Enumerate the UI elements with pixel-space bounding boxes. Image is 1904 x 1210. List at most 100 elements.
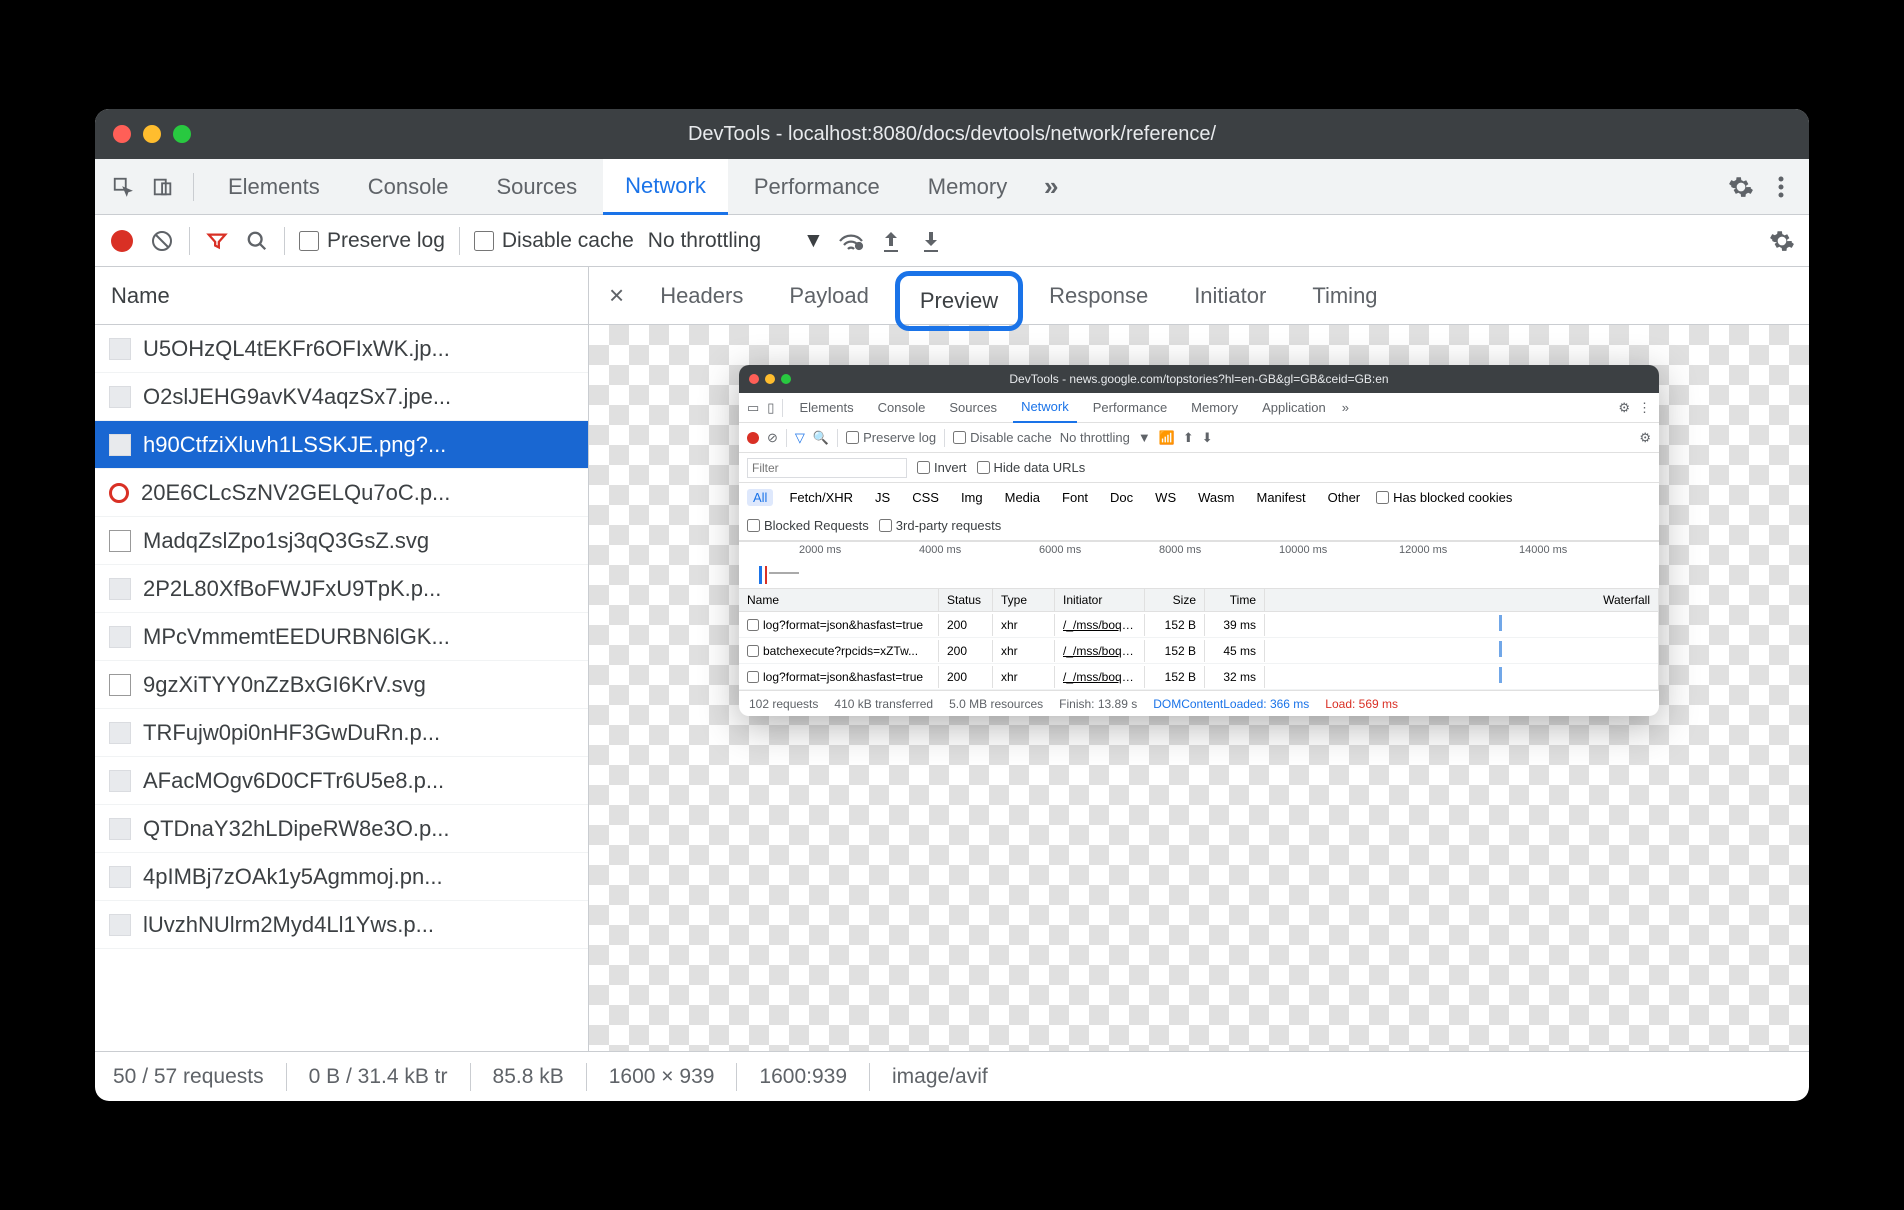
request-name: h90CtfziXluvh1LSSKJE.png?... [143, 432, 446, 458]
inner-gear-icon: ⚙ [1618, 400, 1630, 416]
status-ratio: 1600:939 [759, 1065, 847, 1089]
clear-icon[interactable] [149, 228, 175, 254]
file-icon [109, 530, 131, 552]
request-name: AFacMOgv6D0CFTr6U5e8.p... [143, 768, 444, 794]
file-icon [109, 674, 131, 696]
request-row[interactable]: h90CtfziXluvh1LSSKJE.png?... [95, 421, 588, 469]
file-icon [109, 434, 131, 456]
record-icon[interactable] [109, 228, 135, 254]
file-icon [109, 866, 131, 888]
request-row[interactable]: AFacMOgv6D0CFTr6U5e8.p... [95, 757, 588, 805]
file-icon [109, 626, 131, 648]
preview-image: DevTools - news.google.com/topstories?hl… [739, 365, 1659, 716]
inner-filter-icon: ▽ [795, 430, 805, 446]
request-name: 20E6CLcSzNV2GELQu7oC.p... [141, 480, 450, 506]
request-name: TRFujw0pi0nHF3GwDuRn.p... [143, 720, 440, 746]
divider [193, 173, 194, 201]
inner-clear-icon: ⊘ [767, 430, 778, 446]
detail-tab-initiator[interactable]: Initiator [1174, 268, 1286, 324]
request-row[interactable]: O2slJEHG9avKV4aqzSx7.jpe... [95, 373, 588, 421]
network-conditions-icon[interactable] [838, 228, 864, 254]
close-detail-icon[interactable]: × [599, 280, 634, 311]
detail-tab-headers[interactable]: Headers [640, 268, 763, 324]
request-name: QTDnaY32hLDipeRW8e3O.p... [143, 816, 450, 842]
preserve-log-checkbox[interactable]: Preserve log [299, 229, 445, 253]
detail-tab-preview[interactable]: Preview [895, 271, 1023, 331]
inner-record-icon [747, 432, 759, 444]
file-icon [109, 483, 129, 503]
tab-performance[interactable]: Performance [732, 159, 902, 215]
status-transferred: 0 B / 31.4 kB tr [309, 1065, 448, 1089]
inner-inspect-icon: ▭ [747, 400, 759, 416]
request-row[interactable]: 2P2L80XfBoFWJFxU9TpK.p... [95, 565, 588, 613]
request-name: O2slJEHG9avKV4aqzSx7.jpe... [143, 384, 451, 410]
file-icon [109, 578, 131, 600]
close-window-icon[interactable] [113, 125, 131, 143]
request-name: lUvzhNUlrm2Myd4Ll1Yws.p... [143, 912, 434, 938]
throttling-select[interactable]: No throttling ▼ [648, 229, 824, 253]
request-row[interactable]: 9gzXiTYY0nZzBxGI6KrV.svg [95, 661, 588, 709]
detail-tab-response[interactable]: Response [1029, 268, 1168, 324]
detail-tab-timing[interactable]: Timing [1292, 268, 1397, 324]
file-icon [109, 914, 131, 936]
network-settings-gear-icon[interactable] [1769, 228, 1795, 254]
request-row[interactable]: lUvzhNUlrm2Myd4Ll1Yws.p... [95, 901, 588, 949]
request-row[interactable]: TRFujw0pi0nHF3GwDuRn.p... [95, 709, 588, 757]
inner-download-icon: ⬇ [1202, 430, 1213, 446]
upload-har-icon[interactable] [878, 228, 904, 254]
inspect-element-icon[interactable] [105, 169, 141, 205]
request-list: U5OHzQL4tEKFr6OFIxWK.jp... O2slJEHG9avKV4… [95, 325, 588, 1051]
tab-console[interactable]: Console [346, 159, 471, 215]
inner-gear2-icon: ⚙ [1639, 430, 1651, 446]
file-icon [109, 386, 131, 408]
download-har-icon[interactable] [918, 228, 944, 254]
request-name: 9gzXiTYY0nZzBxGI6KrV.svg [143, 672, 426, 698]
maximize-window-icon[interactable] [173, 125, 191, 143]
preview-area: DevTools - news.google.com/topstories?hl… [589, 325, 1809, 1051]
search-icon[interactable] [244, 228, 270, 254]
request-name: 4pIMBj7zOAk1y5Agmmoj.pn... [143, 864, 443, 890]
inner-search-icon: 🔍 [813, 430, 829, 446]
inner-upload-icon: ⬆ [1183, 430, 1194, 446]
request-row[interactable]: 4pIMBj7zOAk1y5Agmmoj.pn... [95, 853, 588, 901]
window-title: DevTools - localhost:8080/docs/devtools/… [95, 123, 1809, 146]
detail-tabs: × Headers Payload Preview Response Initi… [589, 267, 1809, 325]
inner-filter-input [747, 458, 907, 478]
request-row[interactable]: 20E6CLcSzNV2GELQu7oC.p... [95, 469, 588, 517]
request-row[interactable]: MadqZslZpo1sj3qQ3GsZ.svg [95, 517, 588, 565]
inner-wifi-icon: 📶 [1159, 430, 1175, 446]
minimize-window-icon[interactable] [143, 125, 161, 143]
tab-sources[interactable]: Sources [474, 159, 599, 215]
tab-network[interactable]: Network [603, 159, 728, 215]
request-name: MadqZslZpo1sj3qQ3GsZ.svg [143, 528, 429, 554]
file-icon [109, 722, 131, 744]
device-toggle-icon[interactable] [145, 169, 181, 205]
inner-kebab-icon: ⋮ [1638, 400, 1651, 416]
panel-tab-bar: Elements Console Sources Network Perform… [95, 159, 1809, 215]
tab-memory[interactable]: Memory [906, 159, 1029, 215]
devtools-window: DevTools - localhost:8080/docs/devtools/… [95, 109, 1809, 1101]
kebab-menu-icon[interactable] [1763, 169, 1799, 205]
status-dimensions: 1600 × 939 [609, 1065, 715, 1089]
filter-icon[interactable] [204, 228, 230, 254]
file-icon [109, 770, 131, 792]
status-size: 85.8 kB [493, 1065, 564, 1089]
request-name: MPcVmmemtEEDURBN6lGK... [143, 624, 450, 650]
inner-device-icon: ▯ [767, 400, 774, 416]
content-split: Name U5OHzQL4tEKFr6OFIxWK.jp... O2slJEHG9… [95, 267, 1809, 1051]
traffic-lights [113, 125, 191, 143]
settings-gear-icon[interactable] [1723, 169, 1759, 205]
request-row[interactable]: U5OHzQL4tEKFr6OFIxWK.jp... [95, 325, 588, 373]
disable-cache-checkbox[interactable]: Disable cache [474, 229, 634, 253]
inner-window-title: DevTools - news.google.com/topstories?hl… [739, 372, 1659, 386]
status-mime: image/avif [892, 1065, 988, 1089]
more-tabs-icon[interactable]: » [1033, 169, 1069, 205]
network-toolbar: Preserve log Disable cache No throttling… [95, 215, 1809, 267]
detail-tab-payload[interactable]: Payload [769, 268, 889, 324]
tab-elements[interactable]: Elements [206, 159, 342, 215]
status-requests: 50 / 57 requests [113, 1065, 264, 1089]
inner-table-header: Name Status Type Initiator Size Time Wat… [739, 589, 1659, 612]
request-row[interactable]: MPcVmmemtEEDURBN6lGK... [95, 613, 588, 661]
name-column-header[interactable]: Name [95, 267, 588, 325]
request-row[interactable]: QTDnaY32hLDipeRW8e3O.p... [95, 805, 588, 853]
